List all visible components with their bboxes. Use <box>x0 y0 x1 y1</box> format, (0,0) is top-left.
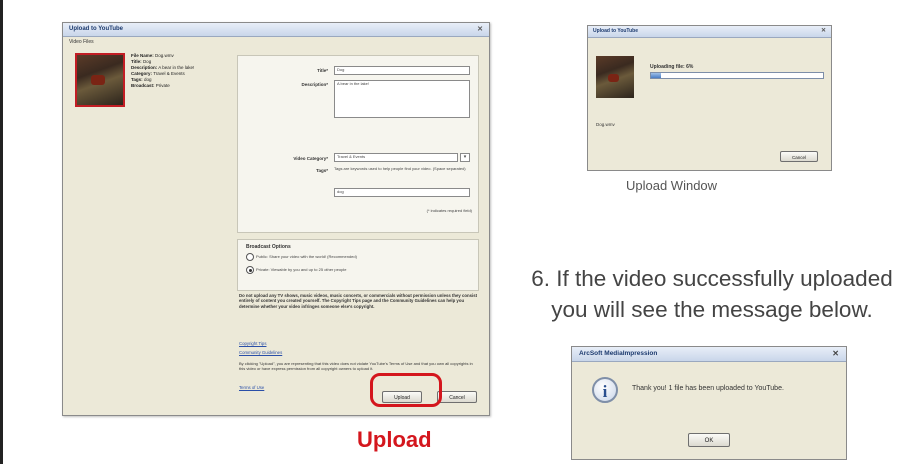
cancel-upload-button[interactable]: Cancel <box>780 151 818 162</box>
terms-agreement: By clicking "Upload", you are representi… <box>239 361 473 371</box>
message-box-titlebar: ArcSoft MediaImpression ✕ <box>572 347 846 362</box>
close-icon[interactable]: ✕ <box>832 347 839 361</box>
step-instruction: 6. If the video successfully uploaded yo… <box>520 263 904 325</box>
ok-button[interactable]: OK <box>688 433 730 447</box>
terms-of-use-link[interactable]: Terms of Use <box>239 385 264 390</box>
step-line-2: you will see the message below. <box>551 297 873 322</box>
broadcast-options: Broadcast Options Public: Share your vid… <box>237 239 479 291</box>
community-guidelines-link[interactable]: Community Guidelines <box>239 350 282 355</box>
video-details-form: Title* Dog Description* A bear in the la… <box>237 55 479 233</box>
title-label: Title* <box>317 68 328 73</box>
upload-status: Uploading file: 6% <box>650 64 694 70</box>
close-icon[interactable]: ✕ <box>477 23 483 36</box>
broadcast-heading: Broadcast Options <box>246 244 291 250</box>
description-label: Description* <box>301 82 328 87</box>
upload-progress-bar <box>650 72 824 79</box>
success-message-box: ArcSoft MediaImpression ✕ i Thank you! 1… <box>571 346 847 460</box>
public-radio[interactable] <box>246 253 254 261</box>
tags-help: Tags are keywords used to help people fi… <box>334 166 466 171</box>
video-metadata: File Name: Dog.wmv Title: Dog Descriptio… <box>131 53 194 89</box>
meta-broadcast: Broadcast: Private <box>131 83 170 88</box>
upload-caption: Upload <box>357 427 432 452</box>
upload-dialog: Upload to YouTube ✕ Video Files File Nam… <box>62 22 490 416</box>
step-line-1: 6. If the video successfully uploaded <box>531 266 893 291</box>
message-box-title: ArcSoft MediaImpression <box>579 350 658 357</box>
info-icon: i <box>592 377 618 403</box>
description-input[interactable]: A bear in the lake! <box>334 80 470 118</box>
chevron-down-icon[interactable]: ▾ <box>460 153 470 162</box>
video-thumbnail[interactable] <box>75 53 125 107</box>
upload-window-title: Upload to YouTube <box>593 28 638 34</box>
upload-dialog-titlebar: Upload to YouTube ✕ <box>63 23 489 37</box>
upload-dialog-title: Upload to YouTube <box>69 26 123 32</box>
success-message: Thank you! 1 file has been uploaded to Y… <box>632 385 784 392</box>
title-input[interactable]: Dog <box>334 66 470 75</box>
public-option-label: Public: Share your video with the world!… <box>256 254 357 259</box>
required-note: (* indicates required field) <box>426 208 472 213</box>
category-select[interactable]: Travel & Events <box>334 153 458 162</box>
copyright-tips-link[interactable]: Copyright Tips <box>239 341 266 346</box>
private-radio[interactable] <box>246 266 254 274</box>
left-border-line <box>0 0 3 464</box>
cancel-button[interactable]: Cancel <box>437 391 477 403</box>
upload-progress-window: Upload to YouTube ✕ Dog.wmv Uploading fi… <box>587 25 832 171</box>
copyright-notice: Do not upload any TV shows, music videos… <box>239 293 479 309</box>
thumb-filename: Dog.wmv <box>596 122 615 127</box>
video-files-label: Video Files <box>69 39 94 45</box>
upload-window-titlebar: Upload to YouTube ✕ <box>588 26 831 38</box>
close-icon[interactable]: ✕ <box>821 26 826 37</box>
tags-label: Tags* <box>316 168 328 173</box>
category-label: Video Category* <box>293 156 328 161</box>
copyright-text: Do not upload any TV shows, music videos… <box>239 293 478 309</box>
upload-progress-fill <box>651 73 662 78</box>
video-thumbnail <box>596 56 634 98</box>
upload-highlight-ring <box>370 373 442 407</box>
tags-input[interactable]: dog <box>334 188 470 197</box>
private-option-label: Private: Viewable by you and up to 25 ot… <box>256 267 347 272</box>
upload-window-caption: Upload Window <box>626 178 718 193</box>
